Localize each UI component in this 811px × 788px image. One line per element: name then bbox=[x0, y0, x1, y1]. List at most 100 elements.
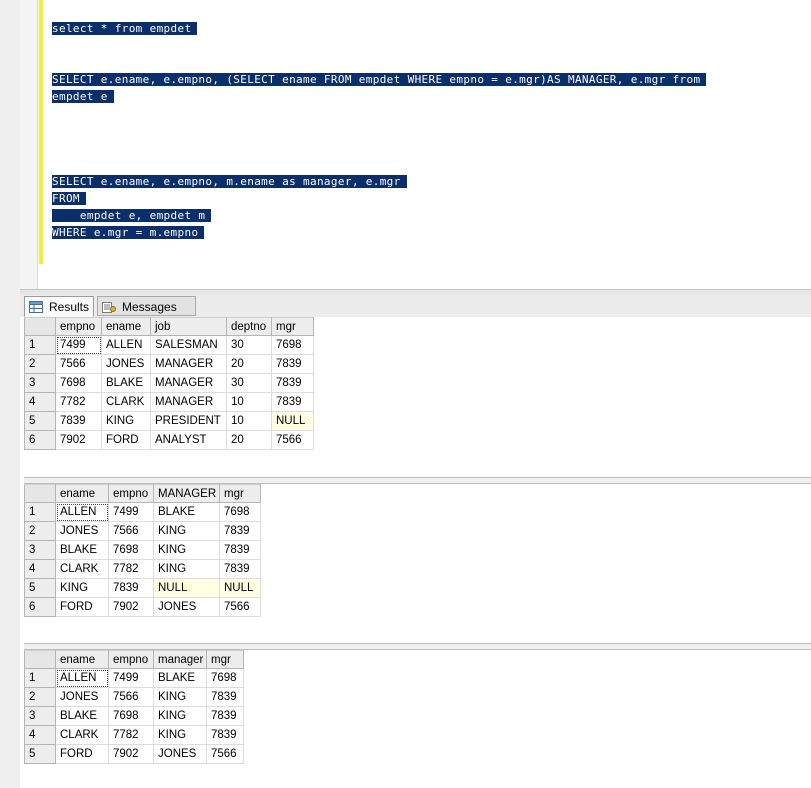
row-header-corner[interactable] bbox=[24, 484, 56, 503]
row-number[interactable]: 2 bbox=[24, 521, 56, 541]
cell[interactable]: JONES bbox=[153, 597, 220, 617]
cell[interactable]: KING bbox=[101, 411, 151, 431]
cell[interactable]: ANALYST bbox=[150, 430, 227, 450]
row-number[interactable]: 1 bbox=[24, 335, 56, 355]
row-number[interactable]: 4 bbox=[24, 559, 56, 579]
cell[interactable]: 7902 bbox=[55, 430, 102, 450]
row-number[interactable]: 2 bbox=[24, 354, 56, 374]
cell[interactable]: 7839 bbox=[219, 540, 261, 560]
cell[interactable]: CLARK bbox=[55, 725, 109, 745]
table-row[interactable]: 3 BLAKE 7698 KING 7839 bbox=[24, 706, 244, 726]
result-grid-1[interactable]: empno ename job deptno mgr 1 7499 ALLEN … bbox=[24, 317, 811, 477]
row-number[interactable]: 1 bbox=[24, 668, 56, 688]
grid-splitter[interactable] bbox=[24, 643, 811, 650]
column-header[interactable]: job bbox=[150, 317, 227, 336]
cell[interactable]: 7839 bbox=[55, 411, 102, 431]
row-number[interactable]: 3 bbox=[24, 373, 56, 393]
cell[interactable]: 30 bbox=[226, 335, 272, 355]
table-row[interactable]: 1 ALLEN 7499 BLAKE 7698 bbox=[24, 668, 244, 688]
cell[interactable]: JONES bbox=[55, 521, 109, 541]
table-row[interactable]: 4 CLARK 7782 KING 7839 bbox=[24, 559, 261, 579]
cell[interactable]: FORD bbox=[101, 430, 151, 450]
table-row[interactable]: 2 JONES 7566 KING 7839 bbox=[24, 521, 261, 541]
cell[interactable]: KING bbox=[153, 706, 207, 726]
cell[interactable]: PRESIDENT bbox=[150, 411, 227, 431]
row-number[interactable]: 5 bbox=[24, 411, 56, 431]
cell[interactable]: 7902 bbox=[108, 597, 154, 617]
cell[interactable]: FORD bbox=[55, 597, 109, 617]
table-row[interactable]: 6 FORD 7902 JONES 7566 bbox=[24, 597, 261, 617]
cell[interactable]: 7499 bbox=[108, 502, 154, 522]
null-cell[interactable]: NULL bbox=[271, 411, 314, 431]
column-header[interactable]: mgr bbox=[206, 650, 244, 669]
column-header[interactable]: ename bbox=[101, 317, 151, 336]
cell[interactable]: 7698 bbox=[108, 706, 154, 726]
row-number[interactable]: 5 bbox=[24, 578, 56, 598]
column-header[interactable]: empno bbox=[108, 650, 154, 669]
cell[interactable]: 7782 bbox=[108, 559, 154, 579]
cell[interactable]: BLAKE bbox=[153, 502, 220, 522]
column-header[interactable]: deptno bbox=[226, 317, 272, 336]
cell[interactable]: KING bbox=[55, 578, 109, 598]
cell[interactable]: 7698 bbox=[219, 502, 261, 522]
cell[interactable]: 7902 bbox=[108, 744, 154, 764]
column-header[interactable]: mgr bbox=[219, 484, 261, 503]
row-number[interactable]: 6 bbox=[24, 430, 56, 450]
cell[interactable]: 7839 bbox=[206, 706, 244, 726]
code-line[interactable]: empdet e bbox=[52, 88, 114, 105]
null-cell[interactable]: NULL bbox=[153, 578, 220, 598]
row-number[interactable]: 1 bbox=[24, 502, 56, 522]
code-line[interactable]: SELECT e.ename, e.empno, m.ename as mana… bbox=[52, 173, 407, 190]
cell[interactable]: 20 bbox=[226, 430, 272, 450]
table-row[interactable]: 5 FORD 7902 JONES 7566 bbox=[24, 744, 244, 764]
cell[interactable]: 7782 bbox=[108, 725, 154, 745]
cell[interactable]: BLAKE bbox=[101, 373, 151, 393]
cell[interactable]: JONES bbox=[153, 744, 207, 764]
row-number[interactable]: 5 bbox=[24, 744, 56, 764]
cell[interactable]: 7839 bbox=[108, 578, 154, 598]
table-row[interactable]: 3 BLAKE 7698 KING 7839 bbox=[24, 540, 261, 560]
row-number[interactable]: 3 bbox=[24, 540, 56, 560]
cell[interactable]: 7698 bbox=[108, 540, 154, 560]
cell[interactable]: 7566 bbox=[271, 430, 314, 450]
cell[interactable]: BLAKE bbox=[55, 706, 109, 726]
cell[interactable]: BLAKE bbox=[153, 668, 207, 688]
cell[interactable]: 7839 bbox=[206, 725, 244, 745]
code-line[interactable]: select * from empdet bbox=[52, 20, 198, 37]
cell[interactable]: KING bbox=[153, 540, 220, 560]
cell[interactable]: 7839 bbox=[219, 559, 261, 579]
cell[interactable]: 7698 bbox=[271, 335, 314, 355]
cell[interactable]: 7698 bbox=[55, 373, 102, 393]
row-number[interactable]: 3 bbox=[24, 706, 56, 726]
cell[interactable]: 7566 bbox=[219, 597, 261, 617]
column-header[interactable]: ename bbox=[55, 650, 109, 669]
null-cell[interactable]: NULL bbox=[219, 578, 261, 598]
table-row[interactable]: 2 7566 JONES MANAGER 20 7839 bbox=[24, 354, 314, 374]
cell[interactable]: 20 bbox=[226, 354, 272, 374]
table-row[interactable]: 5 KING 7839 NULL NULL bbox=[24, 578, 261, 598]
table-row[interactable]: 1 7499 ALLEN SALESMAN 30 7698 bbox=[24, 335, 314, 355]
table-row[interactable]: 2 JONES 7566 KING 7839 bbox=[24, 687, 244, 707]
cell[interactable]: 7698 bbox=[206, 668, 244, 688]
cell[interactable]: MANAGER bbox=[150, 373, 227, 393]
cell[interactable]: KING bbox=[153, 687, 207, 707]
tab-results[interactable]: Results bbox=[24, 296, 94, 317]
cell[interactable]: KING bbox=[153, 521, 220, 541]
column-header[interactable]: MANAGER bbox=[153, 484, 220, 503]
cell[interactable]: 7839 bbox=[271, 373, 314, 393]
cell[interactable]: 7566 bbox=[108, 521, 154, 541]
tab-messages[interactable]: Messages bbox=[97, 296, 196, 316]
column-header[interactable]: empno bbox=[108, 484, 154, 503]
row-header-corner[interactable] bbox=[24, 317, 56, 336]
cell[interactable]: 7499 bbox=[108, 668, 154, 688]
column-header[interactable]: empno bbox=[55, 317, 102, 336]
cell[interactable]: 30 bbox=[226, 373, 272, 393]
cell[interactable]: 7839 bbox=[271, 354, 314, 374]
cell[interactable]: BLAKE bbox=[55, 540, 109, 560]
cell[interactable]: 7566 bbox=[206, 744, 244, 764]
table-row[interactable]: 3 7698 BLAKE MANAGER 30 7839 bbox=[24, 373, 314, 393]
cell[interactable]: 7839 bbox=[206, 687, 244, 707]
column-header[interactable]: mgr bbox=[271, 317, 314, 336]
query-editor[interactable]: select * from empdet SELECT e.ename, e.e… bbox=[20, 0, 811, 289]
code-line[interactable]: FROM bbox=[52, 190, 86, 207]
